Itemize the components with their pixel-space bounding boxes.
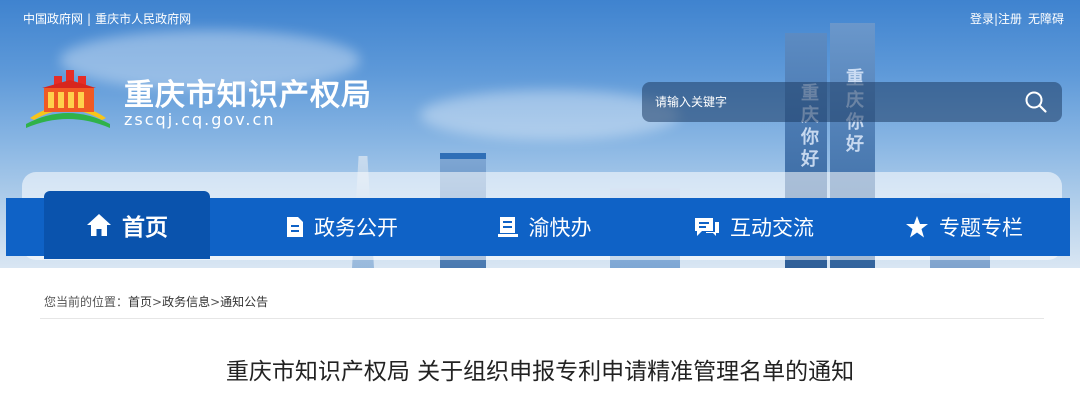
nav-item-special-topics[interactable]: 专题专栏 [884, 198, 1044, 256]
breadcrumb-notices[interactable]: 通知公告 [220, 295, 268, 309]
home-icon [87, 214, 111, 236]
breadcrumb: 您当前的位置：首页>政务信息>通知公告 [44, 293, 268, 310]
nav-item-gov-affairs[interactable]: 政务公开 [262, 198, 422, 256]
search-input[interactable] [642, 82, 1012, 122]
cq-gov-link[interactable]: 重庆市人民政府网 [95, 12, 191, 26]
user-links: 登录|注册 无障碍 [970, 10, 1064, 27]
top-links: 中国政府网 | 重庆市人民政府网 [23, 10, 191, 27]
nav-label: 首页 [122, 215, 168, 241]
breadcrumb-prefix: 您当前的位置： [44, 295, 129, 309]
site-domain: zscqj.cq.gov.cn [124, 110, 276, 129]
search-box [642, 82, 1062, 122]
breadcrumb-separator: > [210, 295, 221, 309]
document-icon [287, 217, 303, 237]
article-title: 重庆市知识产权局 关于组织申报专利申请精准管理名单的通知 [225, 359, 855, 385]
search-icon[interactable] [1024, 90, 1048, 114]
breadcrumb-separator: > [152, 295, 163, 309]
cloud-decoration [420, 90, 680, 140]
breadcrumb-home[interactable]: 首页 [128, 295, 152, 309]
star-icon [906, 216, 928, 238]
content-area: 您当前的位置：首页>政务信息>通知公告 重庆市知识产权局 关于组织申报专利申请精… [0, 268, 1080, 401]
nav-label: 政务公开 [314, 216, 398, 240]
chat-icon [695, 218, 719, 236]
accessibility-link[interactable]: 无障碍 [1028, 12, 1064, 26]
nav-label: 专题专栏 [939, 216, 1023, 240]
nav-label: 互动交流 [730, 216, 814, 240]
login-register-link[interactable]: 登录|注册 [970, 12, 1022, 26]
gov-portal-link[interactable]: 中国政府网 [23, 12, 83, 26]
link-separator: | [87, 12, 92, 26]
site-title[interactable]: 重庆市知识产权局 [124, 70, 372, 114]
nav-item-interaction[interactable]: 互动交流 [674, 198, 834, 256]
site-logo[interactable] [24, 62, 112, 132]
nav-item-yukuaiban[interactable]: 渝快办 [474, 198, 614, 256]
nav-item-home[interactable]: 首页 [44, 191, 210, 259]
divider [40, 318, 1044, 319]
book-icon [497, 217, 518, 237]
nav-label: 渝快办 [528, 216, 592, 240]
breadcrumb-gov-info[interactable]: 政务信息 [162, 295, 210, 309]
